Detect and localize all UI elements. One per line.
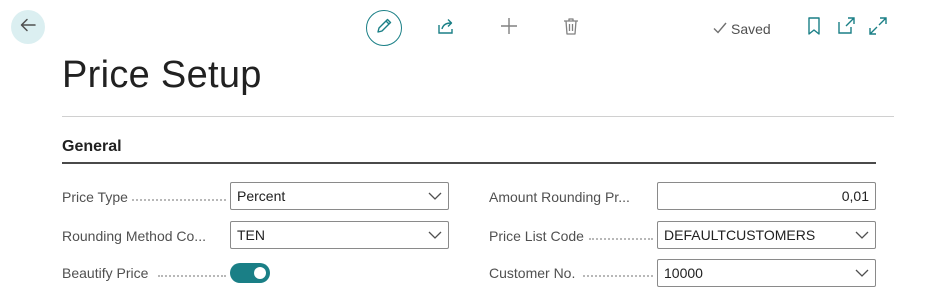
plus-icon — [499, 16, 519, 41]
beautify-price-label: Beautify Price — [62, 263, 226, 283]
customer-no-label: Customer No. — [489, 263, 653, 283]
open-new-window-button[interactable] — [836, 16, 856, 41]
price-type-label-text: Price Type — [62, 189, 128, 205]
price-list-code-label-text: Price List Code — [489, 228, 584, 244]
amount-rounding-label-text: Amount Rounding Pr... — [489, 189, 630, 205]
price-list-code-value: DEFAULTCUSTOMERS — [664, 227, 816, 243]
edit-button[interactable] — [366, 10, 402, 46]
customer-no-select[interactable]: 10000 — [657, 259, 876, 287]
rounding-method-value: TEN — [237, 227, 265, 243]
section-divider — [62, 162, 876, 164]
amount-rounding-label: Amount Rounding Pr... — [489, 187, 653, 207]
pencil-icon — [375, 17, 393, 40]
chevron-down-icon — [855, 266, 869, 280]
toggle-knob — [254, 267, 266, 279]
add-button[interactable] — [499, 16, 519, 41]
amount-rounding-value: 0,01 — [841, 188, 869, 204]
rounding-method-select[interactable]: TEN — [230, 221, 449, 249]
checkmark-icon — [712, 21, 728, 38]
leader-dots — [583, 274, 653, 277]
beautify-price-toggle[interactable] — [230, 263, 270, 283]
price-type-value: Percent — [237, 188, 286, 204]
delete-button[interactable] — [561, 16, 581, 41]
leader-dots — [589, 237, 653, 240]
price-type-label: Price Type — [62, 187, 226, 207]
amount-rounding-input[interactable]: 0,01 — [657, 182, 876, 210]
expand-icon — [868, 16, 888, 41]
customer-no-label-text: Customer No. — [489, 265, 576, 281]
arrow-left-icon — [19, 16, 37, 39]
customer-no-value: 10000 — [664, 265, 703, 281]
chevron-down-icon — [855, 228, 869, 242]
trash-icon — [561, 16, 581, 41]
bookmark-button[interactable] — [805, 16, 823, 41]
price-list-code-select[interactable]: DEFAULTCUSTOMERS — [657, 221, 876, 249]
rounding-method-label-text: Rounding Method Co... — [62, 228, 206, 244]
chevron-down-icon — [428, 189, 442, 203]
bookmark-icon — [805, 16, 823, 41]
chevron-down-icon — [428, 228, 442, 242]
section-title-general[interactable]: General — [62, 138, 122, 156]
price-type-select[interactable]: Percent — [230, 182, 449, 210]
open-in-new-window-icon — [836, 16, 856, 41]
title-divider — [62, 116, 894, 117]
back-button[interactable] — [11, 10, 45, 44]
rounding-method-label: Rounding Method Co... — [62, 226, 226, 246]
price-list-code-label: Price List Code — [489, 226, 653, 246]
leader-dots — [158, 274, 226, 277]
leader-dots — [132, 198, 226, 201]
beautify-price-label-text: Beautify Price — [62, 265, 149, 281]
page-title: Price Setup — [62, 54, 262, 96]
share-button[interactable] — [436, 18, 456, 38]
saved-label: Saved — [731, 21, 771, 37]
saved-status: Saved — [712, 20, 771, 38]
share-icon — [436, 16, 456, 41]
expand-button[interactable] — [868, 16, 888, 41]
